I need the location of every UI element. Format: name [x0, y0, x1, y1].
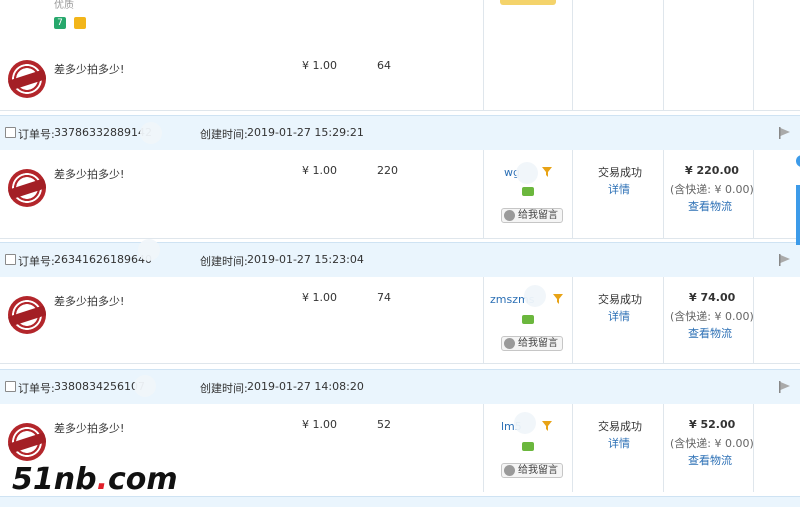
item-title[interactable]: 差多少拍多少! — [54, 293, 124, 309]
item-quantity: 220 — [377, 164, 398, 177]
item-quantity: 64 — [377, 59, 391, 72]
redaction-blur — [514, 412, 536, 434]
scrollbar-thumb[interactable] — [796, 185, 800, 245]
divider — [753, 0, 754, 110]
detail-link[interactable]: 详情 — [608, 308, 630, 324]
redaction-blur — [140, 122, 162, 144]
order-no: 3380834256107 — [54, 380, 145, 393]
item-price: ¥ 1.00 — [302, 291, 337, 304]
divider — [572, 0, 573, 110]
divider — [572, 150, 573, 238]
divider — [483, 404, 484, 492]
order-header: 订单号: 33786332889142 创建时间: 2019-01-27 15:… — [0, 115, 800, 151]
order-item-row: 差多少拍多少! ¥ 1.00 220 wg 给我留言 交易成功 详情 ¥ 220… — [0, 150, 800, 239]
order-total: ¥ 220.00 — [685, 164, 739, 177]
flag-icon[interactable] — [778, 253, 792, 267]
created-time: 2019-01-27 15:23:04 — [247, 253, 364, 266]
divider — [483, 150, 484, 238]
divider — [572, 277, 573, 363]
order-total: ¥ 74.00 — [689, 291, 736, 304]
divider — [663, 404, 664, 492]
divider — [753, 150, 754, 238]
order-no-label: 订单号: — [18, 382, 55, 395]
leave-message-button[interactable]: 给我留言 — [501, 208, 563, 223]
product-thumbnail[interactable] — [8, 60, 46, 98]
divider — [753, 404, 754, 492]
order-no-label: 订单号: — [18, 255, 55, 268]
created-time-label: 创建时间: — [200, 128, 248, 141]
divider — [483, 277, 484, 363]
item-title[interactable]: 差多少拍多少! — [54, 420, 124, 436]
item-title[interactable]: 差多少拍多少! — [54, 166, 124, 182]
created-time: 2019-01-27 15:29:21 — [247, 126, 364, 139]
filter-icon[interactable] — [542, 421, 552, 431]
redaction-blur — [516, 162, 538, 184]
order-checkbox[interactable] — [5, 127, 16, 138]
divider — [663, 0, 664, 110]
chat-icon[interactable] — [522, 315, 534, 324]
shipping-fee: (含快递: ¥ 0.00) — [670, 310, 754, 323]
product-thumbnail[interactable] — [8, 423, 46, 461]
item-price: ¥ 1.00 — [302, 59, 337, 72]
site-watermark: 51nb.com — [12, 462, 178, 497]
filter-icon[interactable] — [542, 167, 552, 177]
divider — [663, 277, 664, 363]
item-price: ¥ 1.00 — [302, 418, 337, 431]
filter-icon[interactable] — [553, 294, 563, 304]
flag-icon[interactable] — [778, 126, 792, 140]
order-status: 交易成功 — [598, 166, 642, 179]
order-header: 订单号: 26341626189640 创建时间: 2019-01-27 15:… — [0, 239, 800, 278]
created-time-label: 创建时间: — [200, 255, 248, 268]
leave-message-button[interactable]: 给我留言 — [501, 336, 563, 351]
shipping-fee: (含快递: ¥ 0.00) — [670, 183, 754, 196]
view-logistics-link[interactable]: 查看物流 — [688, 325, 732, 341]
redaction-blur — [524, 285, 546, 307]
flag-icon[interactable] — [778, 380, 792, 394]
divider — [663, 150, 664, 238]
seven-day-return-icon: 7 — [54, 17, 66, 29]
next-order-header-strip — [0, 496, 800, 507]
shipping-fee: (含快递: ¥ 0.00) — [670, 437, 754, 450]
service-badge-icon — [74, 17, 86, 29]
created-time: 2019-01-27 14:08:20 — [247, 380, 364, 393]
order-checkbox[interactable] — [5, 381, 16, 392]
created-time-label: 创建时间: — [200, 382, 248, 395]
order-header: 订单号: 3380834256107 创建时间: 2019-01-27 14:0… — [0, 369, 800, 405]
item-price: ¥ 1.00 — [302, 164, 337, 177]
item-quantity: 74 — [377, 291, 391, 304]
leave-message-button[interactable]: 给我留言 — [501, 463, 563, 478]
chat-icon[interactable] — [522, 187, 534, 196]
redaction-blur — [134, 375, 156, 397]
order-item-row: 差多少拍多少! ¥ 1.00 74 zmszms 给我留言 交易成功 详情 ¥ … — [0, 277, 800, 364]
order-total: ¥ 52.00 — [689, 418, 736, 431]
item-tag: 优质 — [54, 0, 74, 11]
divider — [753, 277, 754, 363]
redaction-blur — [138, 239, 160, 261]
view-logistics-link[interactable]: 查看物流 — [688, 198, 732, 214]
divider — [483, 0, 484, 110]
product-thumbnail[interactable] — [8, 296, 46, 334]
order-status: 交易成功 — [598, 420, 642, 433]
order-no: 26341626189640 — [54, 253, 152, 266]
divider — [572, 404, 573, 492]
order-item-row-partial: 优质 7 差多少拍多少! ¥ 1.00 64 — [0, 0, 800, 111]
order-no: 33786332889142 — [54, 126, 152, 139]
order-checkbox[interactable] — [5, 254, 16, 265]
product-thumbnail[interactable] — [8, 169, 46, 207]
partial-message-button[interactable] — [500, 0, 556, 5]
chat-icon[interactable] — [522, 442, 534, 451]
item-title[interactable]: 差多少拍多少! — [54, 61, 124, 77]
view-logistics-link[interactable]: 查看物流 — [688, 452, 732, 468]
detail-link[interactable]: 详情 — [608, 435, 630, 451]
order-status: 交易成功 — [598, 293, 642, 306]
item-quantity: 52 — [377, 418, 391, 431]
detail-link[interactable]: 详情 — [608, 181, 630, 197]
order-no-label: 订单号: — [18, 128, 55, 141]
